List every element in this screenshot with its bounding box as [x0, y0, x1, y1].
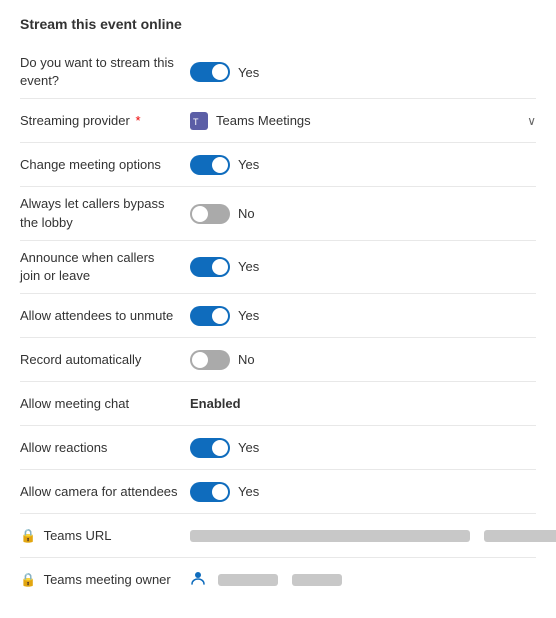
allow-unmute-row: Allow attendees to unmute Yes [20, 294, 536, 338]
allow-reactions-value: Yes [190, 438, 536, 458]
svg-text:T: T [193, 117, 199, 127]
camera-attendees-toggle[interactable] [190, 482, 230, 502]
change-meeting-options-toggle-wrapper: Yes [190, 155, 259, 175]
camera-attendees-toggle-wrapper: Yes [190, 482, 259, 502]
teams-owner-value [190, 570, 536, 590]
teams-url-value [190, 530, 556, 542]
stream-event-label: Do you want to stream this event? [20, 54, 190, 90]
change-meeting-options-knob [212, 157, 228, 173]
change-meeting-options-row: Change meeting options Yes [20, 143, 536, 187]
camera-attendees-value: Yes [190, 482, 536, 502]
meeting-chat-label: Allow meeting chat [20, 395, 190, 413]
record-auto-toggle-wrapper: No [190, 350, 255, 370]
meeting-chat-row: Allow meeting chat Enabled [20, 382, 536, 426]
change-meeting-options-value: Yes [190, 155, 536, 175]
allow-unmute-toggle-wrapper: Yes [190, 306, 259, 326]
allow-reactions-label: Allow reactions [20, 439, 190, 457]
record-auto-toggle[interactable] [190, 350, 230, 370]
streaming-provider-label: Streaming provider * [20, 112, 190, 130]
allow-unmute-value: Yes [190, 306, 536, 326]
announce-callers-value: Yes [190, 257, 536, 277]
teams-icon: T [190, 112, 208, 130]
panel-title: Stream this event online [20, 16, 536, 32]
allow-unmute-toggle-label: Yes [238, 308, 259, 323]
stream-event-value: Yes [190, 62, 536, 82]
change-meeting-options-toggle-label: Yes [238, 157, 259, 172]
bypass-lobby-toggle[interactable] [190, 204, 230, 224]
teams-url-row: 🔒 Teams URL [20, 514, 536, 558]
record-auto-row: Record automatically No [20, 338, 536, 382]
teams-url-blurred [190, 530, 470, 542]
announce-callers-label: Announce when callers join or leave [20, 249, 190, 285]
streaming-provider-dropdown[interactable]: T Teams Meetings ∨ [190, 112, 536, 130]
lock-icon-2: 🔒 [20, 572, 36, 587]
dropdown-left: T Teams Meetings [190, 112, 311, 130]
person-icon [190, 570, 206, 590]
camera-attendees-toggle-label: Yes [238, 484, 259, 499]
allow-reactions-toggle[interactable] [190, 438, 230, 458]
stream-event-row: Do you want to stream this event? Yes [20, 46, 536, 99]
announce-callers-toggle-label: Yes [238, 259, 259, 274]
allow-reactions-row: Allow reactions Yes [20, 426, 536, 470]
allow-unmute-label: Allow attendees to unmute [20, 307, 190, 325]
bypass-lobby-row: Always let callers bypass the lobby No [20, 187, 536, 240]
announce-callers-toggle-wrapper: Yes [190, 257, 259, 277]
chevron-down-icon: ∨ [527, 114, 536, 128]
stream-event-toggle-label: Yes [238, 65, 259, 80]
stream-event-panel: Stream this event online Do you want to … [0, 0, 556, 618]
allow-unmute-knob [212, 308, 228, 324]
teams-url-label: 🔒 Teams URL [20, 527, 190, 545]
bypass-lobby-label: Always let callers bypass the lobby [20, 195, 190, 231]
owner-name-blurred-2 [292, 574, 342, 586]
lock-icon: 🔒 [20, 528, 36, 543]
allow-unmute-toggle[interactable] [190, 306, 230, 326]
record-auto-toggle-label: No [238, 352, 255, 367]
record-auto-value: No [190, 350, 536, 370]
stream-event-toggle-knob [212, 64, 228, 80]
allow-reactions-toggle-wrapper: Yes [190, 438, 259, 458]
camera-attendees-knob [212, 484, 228, 500]
streaming-provider-row: Streaming provider * T Teams Meetings ∨ [20, 99, 536, 143]
announce-callers-row: Announce when callers join or leave Yes [20, 241, 536, 294]
change-meeting-options-toggle[interactable] [190, 155, 230, 175]
allow-reactions-toggle-label: Yes [238, 440, 259, 455]
bypass-lobby-toggle-label: No [238, 206, 255, 221]
record-auto-knob [192, 352, 208, 368]
announce-callers-toggle[interactable] [190, 257, 230, 277]
camera-attendees-row: Allow camera for attendees Yes [20, 470, 536, 514]
allow-reactions-knob [212, 440, 228, 456]
teams-owner-row: 🔒 Teams meeting owner [20, 558, 536, 602]
change-meeting-options-label: Change meeting options [20, 156, 190, 174]
stream-event-toggle-wrapper: Yes [190, 62, 259, 82]
camera-attendees-label: Allow camera for attendees [20, 483, 190, 501]
record-auto-label: Record automatically [20, 351, 190, 369]
streaming-provider-name: Teams Meetings [216, 113, 311, 128]
required-asterisk: * [135, 113, 140, 128]
stream-event-toggle[interactable] [190, 62, 230, 82]
streaming-provider-value: T Teams Meetings ∨ [190, 112, 536, 130]
teams-url-blurred-2 [484, 530, 556, 542]
bypass-lobby-knob [192, 206, 208, 222]
meeting-chat-value: Enabled [190, 396, 536, 411]
bypass-lobby-value: No [190, 204, 536, 224]
meeting-chat-status: Enabled [190, 396, 241, 411]
owner-name-blurred [218, 574, 278, 586]
bypass-lobby-toggle-wrapper: No [190, 204, 255, 224]
teams-owner-label: 🔒 Teams meeting owner [20, 571, 190, 589]
announce-callers-knob [212, 259, 228, 275]
